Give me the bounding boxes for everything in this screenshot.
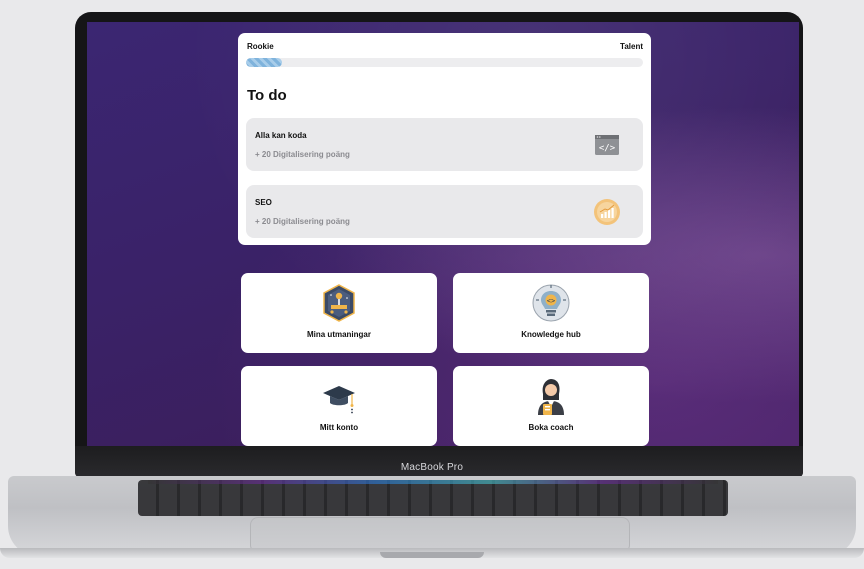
- laptop-notch: [380, 552, 484, 558]
- level-progress-fill: [246, 58, 282, 67]
- svg-text:</>: </>: [599, 144, 616, 154]
- task-points: + 20 Digitalisering poäng: [255, 150, 350, 159]
- task-item-seo[interactable]: SEO + 20 Digitalisering poäng: [246, 185, 643, 238]
- todo-card: Rookie Talent To do Alla kan koda + 20 D…: [238, 33, 651, 245]
- task-points: + 20 Digitalisering poäng: [255, 217, 350, 226]
- task-item-alla-kan-koda[interactable]: Alla kan koda + 20 Digitalisering poäng …: [246, 118, 643, 171]
- coach-person-icon: [538, 379, 564, 415]
- task-title: SEO: [255, 198, 272, 207]
- next-level-label: Talent: [620, 42, 643, 51]
- device-brand-label: MacBook Pro: [400, 462, 464, 473]
- tile-mina-utmaningar[interactable]: Mina utmaningar: [241, 273, 437, 353]
- lightbulb-code-icon: <>: [532, 284, 570, 322]
- task-title: Alla kan koda: [255, 131, 307, 140]
- tile-label: Mitt konto: [319, 423, 359, 432]
- tile-label: Boka coach: [528, 423, 574, 432]
- challenge-badge-icon: [323, 284, 355, 322]
- bar-chart-growth-icon: [594, 199, 620, 225]
- keyboard: [138, 480, 728, 516]
- graduation-cap-icon: [323, 386, 355, 414]
- tile-mitt-konto[interactable]: Mitt konto: [241, 366, 437, 446]
- current-level-label: Rookie: [247, 42, 274, 51]
- todo-heading: To do: [247, 87, 287, 104]
- touch-bar: [148, 480, 718, 484]
- svg-text:<>: <>: [547, 297, 555, 305]
- tile-label: Mina utmaningar: [306, 330, 371, 339]
- tile-knowledge-hub[interactable]: <> Knowledge hub: [453, 273, 649, 353]
- code-window-icon: </>: [595, 135, 619, 155]
- tile-label: Knowledge hub: [521, 330, 581, 339]
- level-progress-bar: [246, 58, 643, 67]
- tile-boka-coach[interactable]: Boka coach: [453, 366, 649, 446]
